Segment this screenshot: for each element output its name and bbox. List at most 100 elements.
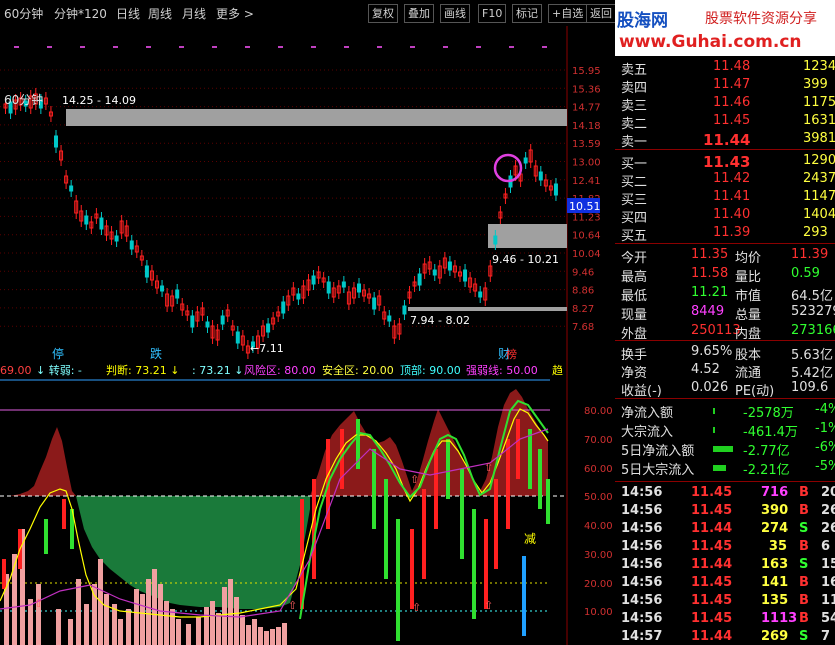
tick-volume: 141 xyxy=(761,575,789,590)
candle-body xyxy=(493,235,498,245)
reduce-signal: 减 xyxy=(524,532,536,546)
stat-value: 0.026 xyxy=(691,380,729,395)
add-watchlist-button[interactable]: +自选 xyxy=(548,4,588,23)
tab-more[interactable]: 更多 > xyxy=(216,5,254,22)
candle-body xyxy=(175,289,180,299)
bid-row[interactable]: 买三 11.41 1147 xyxy=(615,189,835,208)
up-arrow-icon: ⇧ xyxy=(410,473,419,486)
tick-volume: 390 xyxy=(761,503,789,518)
tab-minute-120[interactable]: 分钟*120 xyxy=(54,5,107,22)
quote-label: 现量 xyxy=(621,308,648,323)
tab-daily[interactable]: 日线 xyxy=(116,5,140,22)
indicator-tick: 50.00 xyxy=(584,492,613,503)
adjust-button[interactable]: 复权 xyxy=(368,4,398,23)
histogram-bar xyxy=(164,601,169,645)
trend-segment xyxy=(516,419,520,479)
histogram-bar xyxy=(152,569,157,645)
ask-label: 卖二 xyxy=(621,117,648,132)
resistance-zone xyxy=(66,109,567,126)
current-price-tag: 10.51 xyxy=(569,200,601,213)
indicator-judge-2: : 73.21 ↓ xyxy=(192,364,243,377)
price-tick: 9.46 xyxy=(572,267,594,278)
bid-row[interactable]: 买五 11.39 293 xyxy=(615,225,835,244)
histogram-bar xyxy=(104,594,109,645)
tick-price: 11.45 xyxy=(691,593,733,608)
histogram-bar xyxy=(276,627,281,645)
stat-label: 收益(-) xyxy=(621,384,662,399)
bid-label: 买五 xyxy=(621,229,648,244)
histogram-bar xyxy=(118,619,123,645)
ask-row[interactable]: 卖四 11.47 399 xyxy=(615,77,835,96)
ask-row[interactable]: 卖五 11.48 1234 xyxy=(615,59,835,78)
bid-price: 11.42 xyxy=(713,171,751,186)
price-tick: 15.95 xyxy=(572,66,601,77)
stat-value: 5.42亿 xyxy=(791,366,833,381)
indicator-trend: 趋 xyxy=(552,364,563,377)
candle-body xyxy=(447,261,452,271)
tick-time: 14:56 xyxy=(621,575,663,590)
indicator-chart[interactable]: 80.00 70.00 60.00 50.00 40.00 30.00 20.00 10.00… xyxy=(0,379,615,645)
tick-time: 14:56 xyxy=(621,539,663,554)
candle-body xyxy=(402,305,407,315)
tab-weekly[interactable]: 周线 xyxy=(148,5,172,22)
histogram-bar xyxy=(216,613,221,645)
price-tick: 13.00 xyxy=(572,158,601,169)
bid-label: 买三 xyxy=(621,193,648,208)
candlestick-chart[interactable]: 15.9515.3614.7714.1813.5913.0012.4111.82… xyxy=(0,26,615,386)
candle-body xyxy=(129,240,134,250)
flow-row: 净流入额 -2578万 -4% xyxy=(615,402,835,421)
ask-label: 卖三 xyxy=(621,99,648,114)
quote-label: 市值 xyxy=(735,289,762,304)
candle-body xyxy=(326,281,331,294)
period-label: 60分钟 xyxy=(4,92,43,107)
bid-row[interactable]: 买二 11.42 2437 xyxy=(615,171,835,190)
tick-price: 11.44 xyxy=(691,557,733,572)
histogram-bar xyxy=(134,589,139,645)
ask-row[interactable]: 卖二 11.45 1631 xyxy=(615,113,835,132)
back-button[interactable]: 返回 xyxy=(586,4,616,23)
histogram-bar xyxy=(146,579,151,645)
overlay-button[interactable]: 叠加 xyxy=(404,4,434,23)
tick-count: 54 xyxy=(821,611,835,626)
trend-segment xyxy=(410,529,414,609)
indicator-tick: 30.00 xyxy=(584,550,613,561)
tick-time: 14:57 xyxy=(621,629,663,644)
low-price-label: ←7.11 xyxy=(250,342,284,355)
ask-row[interactable]: 卖三 11.46 1175 xyxy=(615,95,835,114)
f10-button[interactable]: F10 xyxy=(478,4,507,23)
quote-label: 最低 xyxy=(621,289,648,304)
flow-row: 大宗流入 -461.4万 -1% xyxy=(615,421,835,440)
quote-row: 现量 8449 总量 523279 xyxy=(615,304,835,323)
tick-count: 20 xyxy=(821,485,835,500)
tick-row: 14:56 11.45 141 B 16 xyxy=(615,575,835,593)
rank-marker: 榜 xyxy=(506,347,517,361)
candle-body xyxy=(114,235,119,242)
tick-side: B xyxy=(799,539,809,554)
trend-segment xyxy=(384,479,388,579)
stat-value: 5.63亿 xyxy=(791,348,833,363)
stat-label: 净资 xyxy=(621,366,648,381)
mark-button[interactable]: 标记 xyxy=(512,4,542,23)
ask-label: 卖五 xyxy=(621,63,648,78)
bid-row[interactable]: 买一 11.43 1290 xyxy=(615,153,835,172)
ask-price: 11.48 xyxy=(713,59,751,74)
flow-label: 5日净流入额 xyxy=(621,444,695,459)
tab-monthly[interactable]: 月线 xyxy=(182,5,206,22)
indicator-safe-zone: 安全区: 20.00 xyxy=(322,363,394,377)
bid-row[interactable]: 买四 11.40 1404 xyxy=(615,207,835,226)
indicator-tick: 80.00 xyxy=(584,406,613,417)
quote-panel: 卖五 11.48 1234 卖四 11.47 399 卖三 11.46 1175 卖二 11.45 1… xyxy=(615,56,835,645)
trend-segment xyxy=(538,449,542,509)
trend-segment xyxy=(460,469,464,559)
tag-drop: 跌 xyxy=(150,346,162,361)
trend-segment xyxy=(494,479,498,569)
draw-line-button[interactable]: 画线 xyxy=(440,4,470,23)
quote-value: 273166 xyxy=(791,323,835,338)
trend-segment xyxy=(44,519,48,554)
flow-row: 5日大宗流入 -2.21亿 -5% xyxy=(615,459,835,478)
ask-row[interactable]: 卖一 11.44 3981 xyxy=(615,131,835,150)
indicator-tick: 20.00 xyxy=(584,579,613,590)
candle-body xyxy=(190,315,195,328)
tab-60min[interactable]: 60分钟 xyxy=(4,5,43,22)
tick-side: S xyxy=(799,557,809,572)
